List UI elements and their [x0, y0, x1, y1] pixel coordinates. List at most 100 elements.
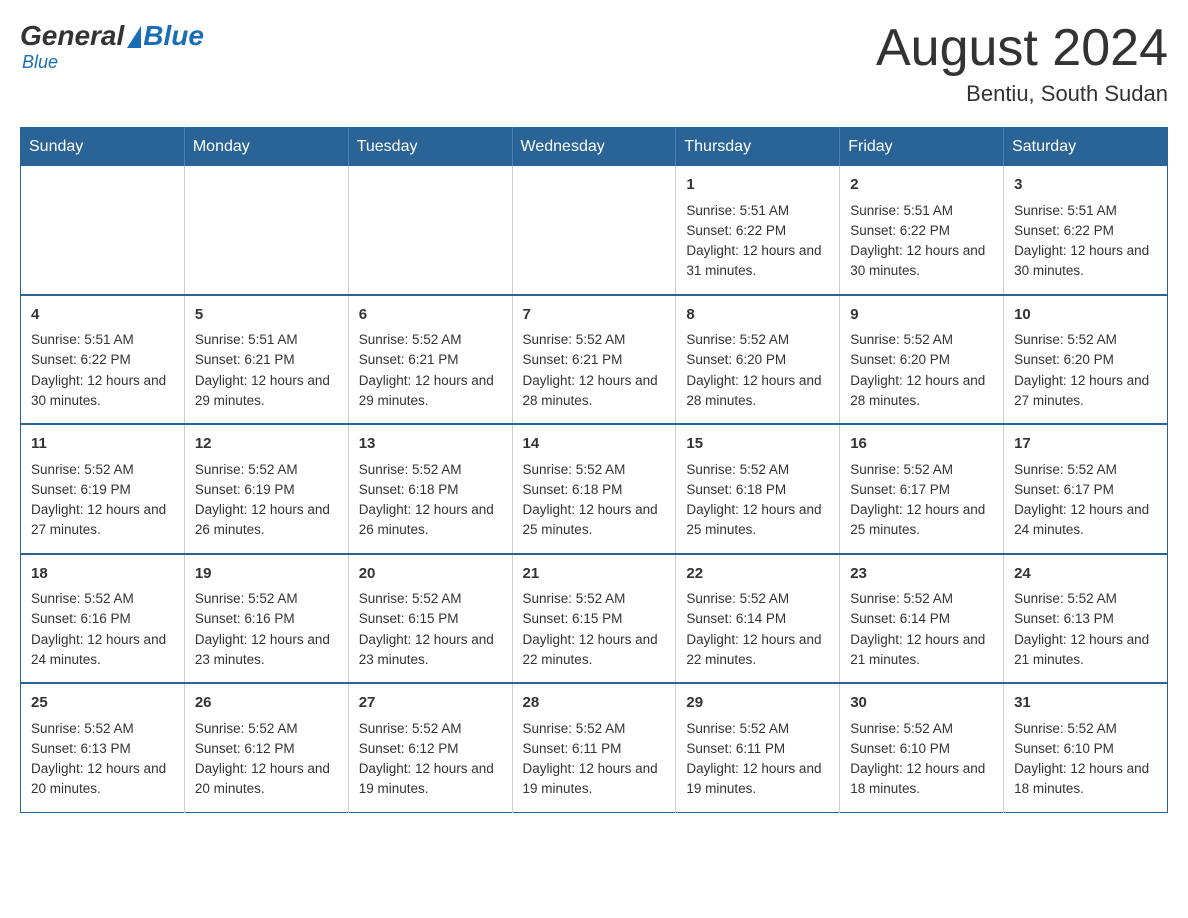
sunset-text: Sunset: 6:11 PM	[523, 741, 622, 756]
sunrise-text: Sunrise: 5:52 AM	[686, 332, 789, 347]
daylight-text: Daylight: 12 hours and 25 minutes.	[523, 502, 658, 537]
day-number: 29	[686, 692, 829, 715]
calendar-header-row: Sunday Monday Tuesday Wednesday Thursday…	[21, 128, 1168, 167]
daylight-text: Daylight: 12 hours and 23 minutes.	[195, 632, 330, 667]
sunrise-text: Sunrise: 5:52 AM	[850, 591, 953, 606]
sunset-text: Sunset: 6:22 PM	[850, 223, 950, 238]
daylight-text: Daylight: 12 hours and 30 minutes.	[31, 373, 166, 408]
calendar-cell	[348, 166, 512, 295]
calendar-cell: 6 Sunrise: 5:52 AM Sunset: 6:21 PM Daylight…	[348, 295, 512, 425]
daylight-text: Daylight: 12 hours and 23 minutes.	[359, 632, 494, 667]
day-number: 5	[195, 304, 338, 327]
daylight-text: Daylight: 12 hours and 18 minutes.	[1014, 761, 1149, 796]
calendar-cell	[21, 166, 185, 295]
calendar-cell: 4Sunrise: 5:51 AMSunset: 6:22 PMDaylight…	[21, 295, 185, 425]
daylight-text: Daylight: 12 hours and 18 minutes.	[850, 761, 985, 796]
day-number: 15	[686, 433, 829, 456]
sunset-text: Sunset: 6:18 PM	[359, 482, 459, 497]
calendar-cell	[184, 166, 348, 295]
daylight-text: Daylight: 12 hours and 26 minutes.	[195, 502, 330, 537]
sunrise-text: Sunrise: 5:52 AM	[359, 591, 462, 606]
col-friday: Friday	[840, 128, 1004, 167]
day-number: 7	[523, 304, 666, 327]
calendar-cell: 26Sunrise: 5:52 AMSunset: 6:12 PMDayligh…	[184, 683, 348, 812]
calendar-cell: 12Sunrise: 5:52 AMSunset: 6:19 PMDayligh…	[184, 424, 348, 554]
sunrise-text: Sunrise: 5:52 AM	[523, 721, 626, 736]
day-number: 6	[359, 304, 502, 327]
sunset-text: Sunset: 6:22 PM	[31, 352, 131, 367]
calendar-cell: 13Sunrise: 5:52 AMSunset: 6:18 PMDayligh…	[348, 424, 512, 554]
sunrise-text: Sunrise: 5:51 AM	[850, 203, 953, 218]
sunrise-text: Sunrise: 5:52 AM	[195, 462, 298, 477]
daylight-text: Daylight: 12 hours and 25 minutes.	[686, 502, 821, 537]
sunset-text: Sunset: 6:20 PM	[850, 352, 950, 367]
day-number: 28	[523, 692, 666, 715]
sunrise-text: Sunrise: 5:52 AM	[195, 721, 298, 736]
calendar-cell: 17Sunrise: 5:52 AMSunset: 6:17 PMDayligh…	[1004, 424, 1168, 554]
day-number: 21	[523, 563, 666, 586]
sunset-text: Sunset: 6:17 PM	[850, 482, 950, 497]
calendar-cell: 15Sunrise: 5:52 AMSunset: 6:18 PMDayligh…	[676, 424, 840, 554]
calendar-week-row: 11 Sunrise: 5:52 AM Sunset: 6:19 PM Dayligh…	[21, 424, 1168, 554]
sunset-text: Sunset: 6:21 PM	[523, 352, 623, 367]
sunset-text: Sunset: 6:10 PM	[1014, 741, 1114, 756]
calendar-cell: 31Sunrise: 5:52 AMSunset: 6:10 PMDayligh…	[1004, 683, 1168, 812]
day-number: 2	[850, 174, 993, 197]
day-number: 12	[195, 433, 338, 456]
day-number: 13	[359, 433, 502, 456]
logo-subtitle: Blue	[22, 52, 58, 73]
day-number: 10	[1014, 304, 1157, 327]
daylight-text: Daylight: 12 hours and 29 minutes.	[195, 373, 330, 408]
sunset-text: Sunset: 6:21 PM	[195, 352, 295, 367]
calendar-cell: 30 Sunrise: 5:52 AM Sunset: 6:10 PM Dayligh…	[840, 683, 1004, 812]
daylight-text: Daylight: 12 hours and 29 minutes.	[359, 373, 494, 408]
sunset-text: Sunset: 6:17 PM	[1014, 482, 1114, 497]
daylight-text: Daylight: 12 hours and 19 minutes.	[359, 761, 494, 796]
sunset-text: Sunset: 6:22 PM	[686, 223, 786, 238]
daylight-text: Daylight: 12 hours and 24 minutes.	[1014, 502, 1149, 537]
day-number: 17	[1014, 433, 1157, 456]
calendar-week-row: 18Sunrise: 5:52 AMSunset: 6:16 PMDayligh…	[21, 554, 1168, 684]
day-number: 25	[31, 692, 174, 715]
sunset-text: Sunset: 6:20 PM	[686, 352, 786, 367]
day-number: 30	[850, 692, 993, 715]
day-number: 4	[31, 304, 174, 327]
sunset-text: Sunset: 6:10 PM	[850, 741, 950, 756]
day-number: 11	[31, 433, 174, 456]
calendar-cell: 20Sunrise: 5:52 AMSunset: 6:15 PMDayligh…	[348, 554, 512, 684]
calendar-cell: 21Sunrise: 5:52 AMSunset: 6:15 PMDayligh…	[512, 554, 676, 684]
day-number: 8	[686, 304, 829, 327]
logo: General Blue Blue	[20, 20, 204, 73]
calendar-cell: 8Sunrise: 5:52 AMSunset: 6:20 PMDaylight…	[676, 295, 840, 425]
sunrise-text: Sunrise: 5:52 AM	[686, 591, 789, 606]
sunrise-text: Sunrise: 5:52 AM	[850, 721, 953, 736]
sunrise-text: Sunrise: 5:52 AM	[359, 332, 462, 347]
sunset-text: Sunset: 6:19 PM	[31, 482, 131, 497]
calendar-cell: 16Sunrise: 5:52 AMSunset: 6:17 PMDayligh…	[840, 424, 1004, 554]
sunrise-text: Sunrise: 5:52 AM	[31, 721, 134, 736]
col-monday: Monday	[184, 128, 348, 167]
calendar-cell: 25Sunrise: 5:52 AMSunset: 6:13 PMDayligh…	[21, 683, 185, 812]
sunrise-text: Sunrise: 5:52 AM	[31, 462, 134, 477]
calendar-cell: 1Sunrise: 5:51 AMSunset: 6:22 PMDaylight…	[676, 166, 840, 295]
daylight-text: Daylight: 12 hours and 21 minutes.	[1014, 632, 1149, 667]
sunrise-text: Sunrise: 5:52 AM	[1014, 332, 1117, 347]
col-tuesday: Tuesday	[348, 128, 512, 167]
sunset-text: Sunset: 6:21 PM	[359, 352, 459, 367]
sunrise-text: Sunrise: 5:52 AM	[686, 462, 789, 477]
calendar-cell: 10Sunrise: 5:52 AMSunset: 6:20 PMDayligh…	[1004, 295, 1168, 425]
day-number: 31	[1014, 692, 1157, 715]
sunset-text: Sunset: 6:15 PM	[359, 611, 459, 626]
daylight-text: Daylight: 12 hours and 25 minutes.	[850, 502, 985, 537]
daylight-text: Daylight: 12 hours and 27 minutes.	[31, 502, 166, 537]
calendar-week-row: 25Sunrise: 5:52 AMSunset: 6:13 PMDayligh…	[21, 683, 1168, 812]
daylight-text: Daylight: 12 hours and 22 minutes.	[523, 632, 658, 667]
day-number: 3	[1014, 174, 1157, 197]
daylight-text: Daylight: 12 hours and 31 minutes.	[686, 243, 821, 278]
col-thursday: Thursday	[676, 128, 840, 167]
sunset-text: Sunset: 6:15 PM	[523, 611, 623, 626]
calendar-cell: 19Sunrise: 5:52 AMSunset: 6:16 PMDayligh…	[184, 554, 348, 684]
day-number: 23	[850, 563, 993, 586]
daylight-text: Daylight: 12 hours and 28 minutes.	[523, 373, 658, 408]
calendar-cell: 2Sunrise: 5:51 AMSunset: 6:22 PMDaylight…	[840, 166, 1004, 295]
